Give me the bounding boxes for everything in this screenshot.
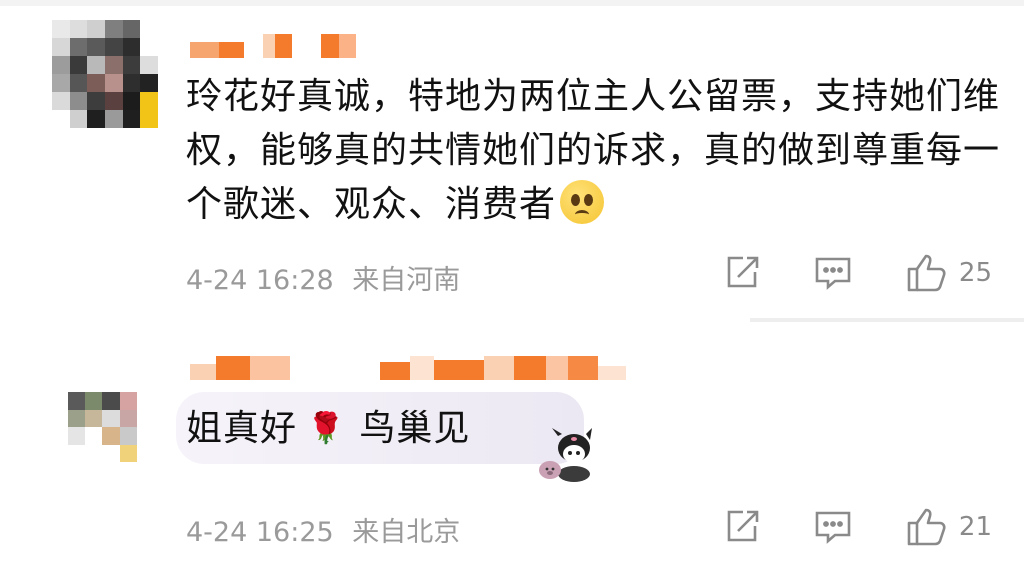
timestamp: 4-24 16:28: [186, 265, 334, 296]
share-icon: [727, 510, 759, 542]
comment-item: 玲花好真诚，特地为两位主人公留票，支持她们维权，能够真的共情她们的诉求，真的做到…: [0, 0, 1024, 320]
like-button[interactable]: 21: [905, 506, 992, 548]
comment-actions: 21: [723, 506, 992, 548]
thumbs-up-icon: [907, 508, 946, 546]
thumbs-up-icon: [907, 254, 946, 292]
avatar[interactable]: [52, 20, 158, 128]
like-count: 21: [958, 512, 992, 542]
rose-icon: 🌹: [307, 411, 346, 446]
location: 来自北京: [352, 517, 461, 548]
comment-meta: 4-24 16:25 来自北京: [186, 510, 460, 549]
timestamp: 4-24 16:25: [186, 517, 334, 548]
nickname-blurred[interactable]: [190, 356, 702, 380]
comment-icon: [815, 257, 851, 290]
pleading-face-icon: [560, 180, 605, 224]
share-button[interactable]: [723, 254, 761, 292]
kuromi-sticker[interactable]: [536, 426, 594, 484]
like-button[interactable]: 25: [905, 252, 992, 294]
comment-actions: 25: [723, 252, 992, 294]
reply-button[interactable]: [813, 508, 853, 546]
comment-icon: [815, 511, 851, 544]
share-button[interactable]: [723, 508, 761, 546]
comment-meta: 4-24 16:28 来自河南: [186, 258, 460, 297]
location: 来自河南: [352, 265, 461, 296]
like-count: 25: [958, 258, 992, 288]
reply-button[interactable]: [813, 254, 853, 292]
comment-text: 玲花好真诚，特地为两位主人公留票，支持她们维权，能够真的共情她们的诉求，真的做到…: [186, 76, 1001, 225]
share-icon: [727, 256, 759, 288]
nickname-blurred[interactable]: [190, 34, 356, 58]
avatar[interactable]: [68, 392, 154, 462]
comment-text: 姐真好 🌹 鸟巢见: [186, 402, 470, 456]
